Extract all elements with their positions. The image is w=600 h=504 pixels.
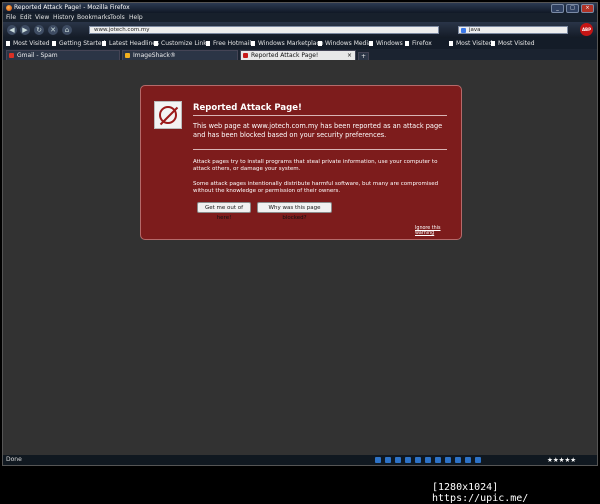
bookmark-most-visited-3[interactable]: Most Visited: [491, 38, 535, 49]
home-icon[interactable]: ⌂: [62, 25, 72, 35]
warning-detail-2: Some attack pages intentionally distribu…: [193, 181, 439, 195]
back-icon[interactable]: ◀: [7, 25, 17, 35]
addon-icon[interactable]: [445, 457, 451, 463]
divider: [193, 115, 447, 116]
firefox-icon: [6, 5, 12, 11]
image-caption: [1280x1024] https://upic.me/: [432, 482, 529, 504]
addon-icon[interactable]: [395, 457, 401, 463]
blocked-icon: [154, 101, 182, 129]
tab-reported-attack[interactable]: Reported Attack Page! ×: [240, 50, 356, 60]
addon-icon[interactable]: [385, 457, 391, 463]
warning-title: Reported Attack Page!: [193, 103, 302, 113]
addon-icon[interactable]: [405, 457, 411, 463]
page-icon: [449, 41, 453, 46]
attack-warning-box: Reported Attack Page! This web page at w…: [140, 85, 462, 240]
menu-tools[interactable]: Tools: [110, 13, 125, 22]
bookmark-most-visited[interactable]: Most Visited: [6, 38, 50, 49]
warning-message: This web page at www.jotech.com.my has b…: [193, 122, 443, 139]
page-icon: [6, 41, 10, 46]
gmail-icon: [9, 53, 14, 58]
warning-detail-1: Attack pages try to install programs tha…: [193, 159, 438, 173]
google-icon: [461, 28, 466, 33]
bookmark-getting-started[interactable]: Getting Started: [52, 38, 105, 49]
bookmark-windows-media[interactable]: Windows Media: [318, 38, 372, 49]
page-icon: [369, 41, 373, 46]
maximize-button[interactable]: □: [566, 4, 579, 13]
page-icon: [251, 41, 255, 46]
url-bar[interactable]: www.jotech.com.my: [89, 26, 439, 34]
status-text: Done: [6, 456, 22, 463]
tab-gmail[interactable]: Gmail - Spam: [6, 50, 120, 60]
minimize-button[interactable]: _: [551, 4, 564, 13]
menu-help[interactable]: Help: [129, 13, 143, 22]
search-value: java: [469, 27, 481, 33]
addon-icon[interactable]: [455, 457, 461, 463]
rating-stars[interactable]: ★★★★★: [547, 455, 576, 465]
forward-icon[interactable]: ▶: [20, 25, 30, 35]
tab-bar: Gmail - Spam ImageShack® Reported Attack…: [3, 49, 597, 61]
page-icon: [206, 41, 210, 46]
navigation-toolbar: ◀ ▶ ↻ ✕ ⌂ www.jotech.com.my java ABP: [3, 22, 597, 38]
bookmarks-toolbar: Most Visited Getting Started Latest Head…: [3, 38, 597, 49]
rss-icon: [102, 41, 106, 46]
close-button[interactable]: ×: [581, 4, 594, 13]
reload-icon[interactable]: ↻: [34, 25, 44, 35]
why-blocked-button[interactable]: Why was this page blocked?: [257, 202, 332, 221]
page-icon: [52, 41, 56, 46]
bookmark-most-visited-2[interactable]: Most Visited: [449, 38, 493, 49]
status-bar: Done ★★★★★: [3, 455, 597, 465]
firefox-icon: [405, 41, 409, 46]
bookmark-windows-marketplace[interactable]: Windows Marketplace: [251, 38, 323, 49]
bookmark-customize-links[interactable]: Customize Links: [154, 38, 210, 49]
page-icon: [154, 41, 158, 46]
menu-history[interactable]: History: [53, 13, 74, 22]
browser-window: Reported Attack Page! - Mozilla Firefox …: [2, 2, 598, 466]
page-icon: [318, 41, 322, 46]
search-input[interactable]: java: [458, 26, 568, 34]
bookmark-windows[interactable]: Windows: [369, 38, 403, 49]
menu-edit[interactable]: Edit: [20, 13, 32, 22]
warning-icon: [243, 53, 248, 58]
divider: [193, 149, 447, 150]
addon-icon[interactable]: [375, 457, 381, 463]
title-bar: Reported Attack Page! - Mozilla Firefox …: [3, 3, 597, 13]
addon-icon[interactable]: [415, 457, 421, 463]
page-icon: [491, 41, 495, 46]
page-content: Reported Attack Page! This web page at w…: [3, 60, 597, 455]
addon-icon[interactable]: [425, 457, 431, 463]
bookmark-firefox[interactable]: Firefox: [405, 38, 432, 49]
imageshack-icon: [125, 53, 130, 58]
bookmark-free-hotmail[interactable]: Free Hotmail: [206, 38, 251, 49]
tab-imageshack[interactable]: ImageShack®: [122, 50, 238, 60]
menu-bookmarks[interactable]: Bookmarks: [77, 13, 111, 22]
addon-icon[interactable]: [465, 457, 471, 463]
menu-view[interactable]: View: [35, 13, 49, 22]
status-icons: [375, 457, 481, 463]
window-title: Reported Attack Page! - Mozilla Firefox: [14, 4, 130, 11]
addon-icon[interactable]: [475, 457, 481, 463]
bookmark-latest-headlines[interactable]: Latest Headlines: [102, 38, 159, 49]
menu-file[interactable]: File: [6, 13, 16, 22]
adblock-icon[interactable]: ABP: [580, 23, 593, 36]
menu-bar: File Edit View History Bookmarks Tools H…: [3, 13, 597, 22]
stop-icon[interactable]: ✕: [48, 25, 58, 35]
ignore-warning-link[interactable]: Ignore this warning: [415, 226, 461, 236]
get-me-out-button[interactable]: Get me out of here!: [197, 202, 251, 221]
addon-icon[interactable]: [435, 457, 441, 463]
